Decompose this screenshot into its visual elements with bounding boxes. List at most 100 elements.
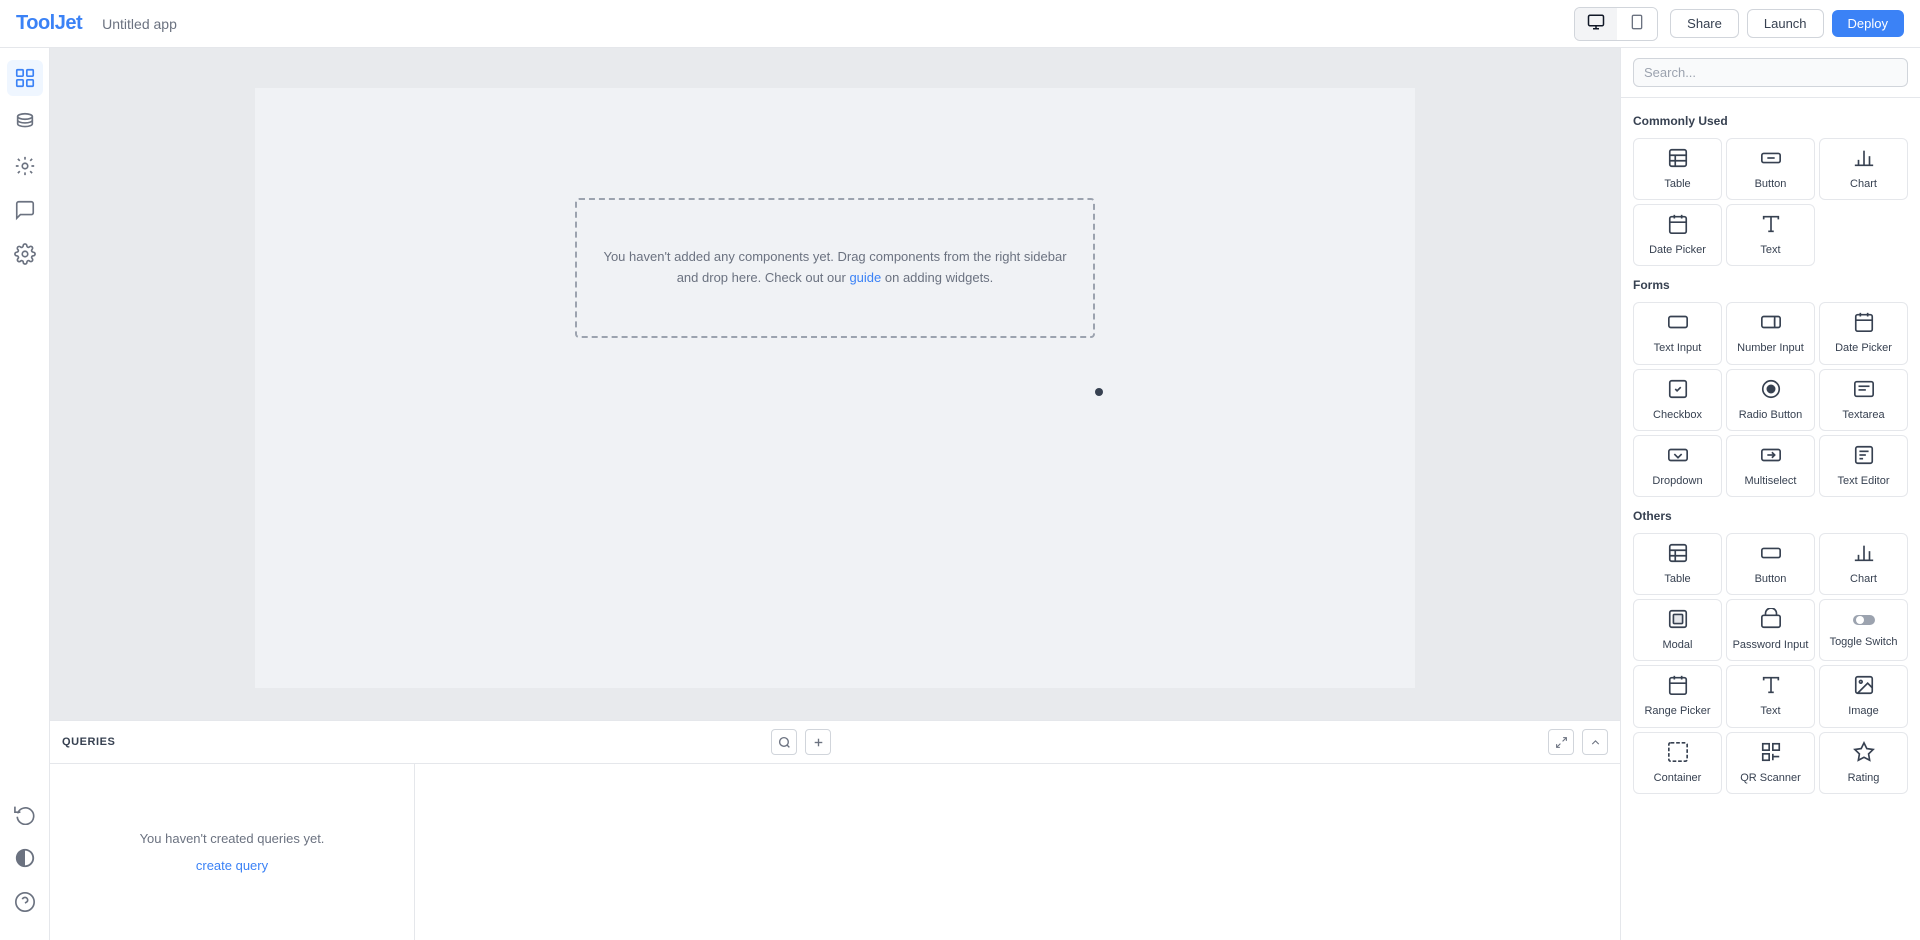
image-icon	[1853, 674, 1875, 700]
forms-grid: Text Input Number Input Date Picker	[1633, 302, 1908, 497]
sidebar-item-theme[interactable]	[7, 840, 43, 876]
component-table-label: Table	[1664, 178, 1690, 191]
canvas-page[interactable]: You haven't added any components yet. Dr…	[255, 88, 1415, 688]
sidebar-item-comments[interactable]	[7, 192, 43, 228]
component-container-label: Container	[1654, 772, 1702, 785]
queries-list: You haven't created queries yet. create …	[50, 764, 415, 940]
component-qr-scanner-label: QR Scanner	[1740, 772, 1801, 785]
component-text-input[interactable]: Text Input	[1633, 302, 1722, 364]
sidebar-item-datasources[interactable]	[7, 104, 43, 140]
topbar-actions: Share Launch Deploy	[1670, 9, 1904, 38]
component-button[interactable]: Button	[1726, 138, 1815, 200]
date-picker-icon	[1667, 213, 1689, 239]
component-multiselect[interactable]: Multiselect	[1726, 435, 1815, 497]
collapse-queries-button[interactable]	[1582, 729, 1608, 755]
commonly-used-grid: Table Button Chart	[1633, 138, 1908, 266]
dropdown-icon	[1667, 444, 1689, 470]
deploy-button[interactable]: Deploy	[1832, 10, 1904, 37]
component-qr-scanner[interactable]: QR Scanner	[1726, 732, 1815, 794]
qr-scanner-icon	[1760, 741, 1782, 767]
component-date-picker-label: Date Picker	[1649, 244, 1706, 257]
device-toggle	[1574, 7, 1658, 41]
range-picker-icon	[1667, 674, 1689, 700]
queries-title: QUERIES	[62, 736, 763, 748]
sidebar-item-integrations[interactable]	[7, 148, 43, 184]
component-textarea[interactable]: Textarea	[1819, 369, 1908, 431]
component-modal[interactable]: Modal	[1633, 599, 1722, 661]
component-others-chart[interactable]: Chart	[1819, 533, 1908, 595]
checkbox-icon	[1667, 378, 1689, 404]
others-grid: Table Button Chart	[1633, 533, 1908, 794]
sidebar-item-settings[interactable]	[7, 236, 43, 272]
component-container[interactable]: Container	[1633, 732, 1722, 794]
component-table[interactable]: Table	[1633, 138, 1722, 200]
cursor-indicator	[1095, 388, 1103, 396]
component-password-input-label: Password Input	[1733, 639, 1809, 652]
component-image[interactable]: Image	[1819, 665, 1908, 727]
forms-date-picker-icon	[1853, 311, 1875, 337]
component-text-editor-label: Text Editor	[1838, 475, 1890, 488]
canvas-drop-zone[interactable]: You haven't added any components yet. Dr…	[575, 198, 1095, 338]
component-date-picker[interactable]: Date Picker	[1633, 204, 1722, 266]
component-radio-button[interactable]: Radio Button	[1726, 369, 1815, 431]
launch-button[interactable]: Launch	[1747, 9, 1824, 38]
component-radio-button-label: Radio Button	[1739, 409, 1803, 422]
component-button-label: Button	[1755, 178, 1787, 191]
rating-icon	[1853, 741, 1875, 767]
component-range-picker[interactable]: Range Picker	[1633, 665, 1722, 727]
sidebar-item-help[interactable]	[7, 884, 43, 920]
component-others-table[interactable]: Table	[1633, 533, 1722, 595]
search-input[interactable]	[1633, 58, 1908, 87]
add-query-button[interactable]	[805, 729, 831, 755]
logo: ToolJet	[16, 12, 82, 35]
component-image-label: Image	[1848, 705, 1879, 718]
chart-icon	[1853, 147, 1875, 173]
component-forms-date-picker[interactable]: Date Picker	[1819, 302, 1908, 364]
drop-hint-text: You haven't added any components yet. Dr…	[603, 247, 1066, 289]
others-title: Others	[1633, 509, 1908, 523]
guide-link[interactable]: guide	[849, 270, 881, 285]
component-others-button[interactable]: Button	[1726, 533, 1815, 595]
others-text-icon	[1760, 674, 1782, 700]
component-range-picker-label: Range Picker	[1644, 705, 1710, 718]
component-toggle-switch[interactable]: Toggle Switch	[1819, 599, 1908, 661]
multiselect-icon	[1760, 444, 1782, 470]
expand-queries-button[interactable]	[1548, 729, 1574, 755]
share-button[interactable]: Share	[1670, 9, 1739, 38]
component-text[interactable]: Text	[1726, 204, 1815, 266]
sidebar-item-components[interactable]	[7, 60, 43, 96]
component-number-input[interactable]: Number Input	[1726, 302, 1815, 364]
queries-editor	[415, 764, 1620, 940]
toggle-switch-icon	[1853, 611, 1875, 631]
forms-title: Forms	[1633, 278, 1908, 292]
component-chart[interactable]: Chart	[1819, 138, 1908, 200]
component-text-editor[interactable]: Text Editor	[1819, 435, 1908, 497]
component-modal-label: Modal	[1663, 639, 1693, 652]
create-query-button[interactable]: create query	[196, 858, 268, 873]
text-input-icon	[1667, 311, 1689, 337]
text-icon	[1760, 213, 1782, 239]
queries-panel: QUERIES You haven't created queries yet.	[50, 720, 1620, 940]
component-dropdown[interactable]: Dropdown	[1633, 435, 1722, 497]
component-rating[interactable]: Rating	[1819, 732, 1908, 794]
desktop-view-button[interactable]	[1575, 8, 1617, 40]
component-forms-date-picker-label: Date Picker	[1835, 342, 1892, 355]
component-toggle-switch-label: Toggle Switch	[1830, 636, 1898, 649]
sidebar-item-undo[interactable]	[7, 796, 43, 832]
app-name: Untitled app	[102, 16, 1562, 32]
search-bar	[1621, 48, 1920, 98]
component-checkbox[interactable]: Checkbox	[1633, 369, 1722, 431]
component-others-text[interactable]: Text	[1726, 665, 1815, 727]
component-number-input-label: Number Input	[1737, 342, 1804, 355]
table-icon	[1667, 147, 1689, 173]
mobile-view-button[interactable]	[1617, 8, 1657, 40]
others-table-icon	[1667, 542, 1689, 568]
search-query-button[interactable]	[771, 729, 797, 755]
component-rating-label: Rating	[1848, 772, 1880, 785]
canvas-wrapper[interactable]: You haven't added any components yet. Dr…	[50, 48, 1620, 720]
queries-header: QUERIES	[50, 721, 1620, 764]
component-checkbox-label: Checkbox	[1653, 409, 1702, 422]
component-password-input[interactable]: Password Input	[1726, 599, 1815, 661]
queries-content: You haven't created queries yet. create …	[50, 764, 1620, 940]
text-editor-icon	[1853, 444, 1875, 470]
